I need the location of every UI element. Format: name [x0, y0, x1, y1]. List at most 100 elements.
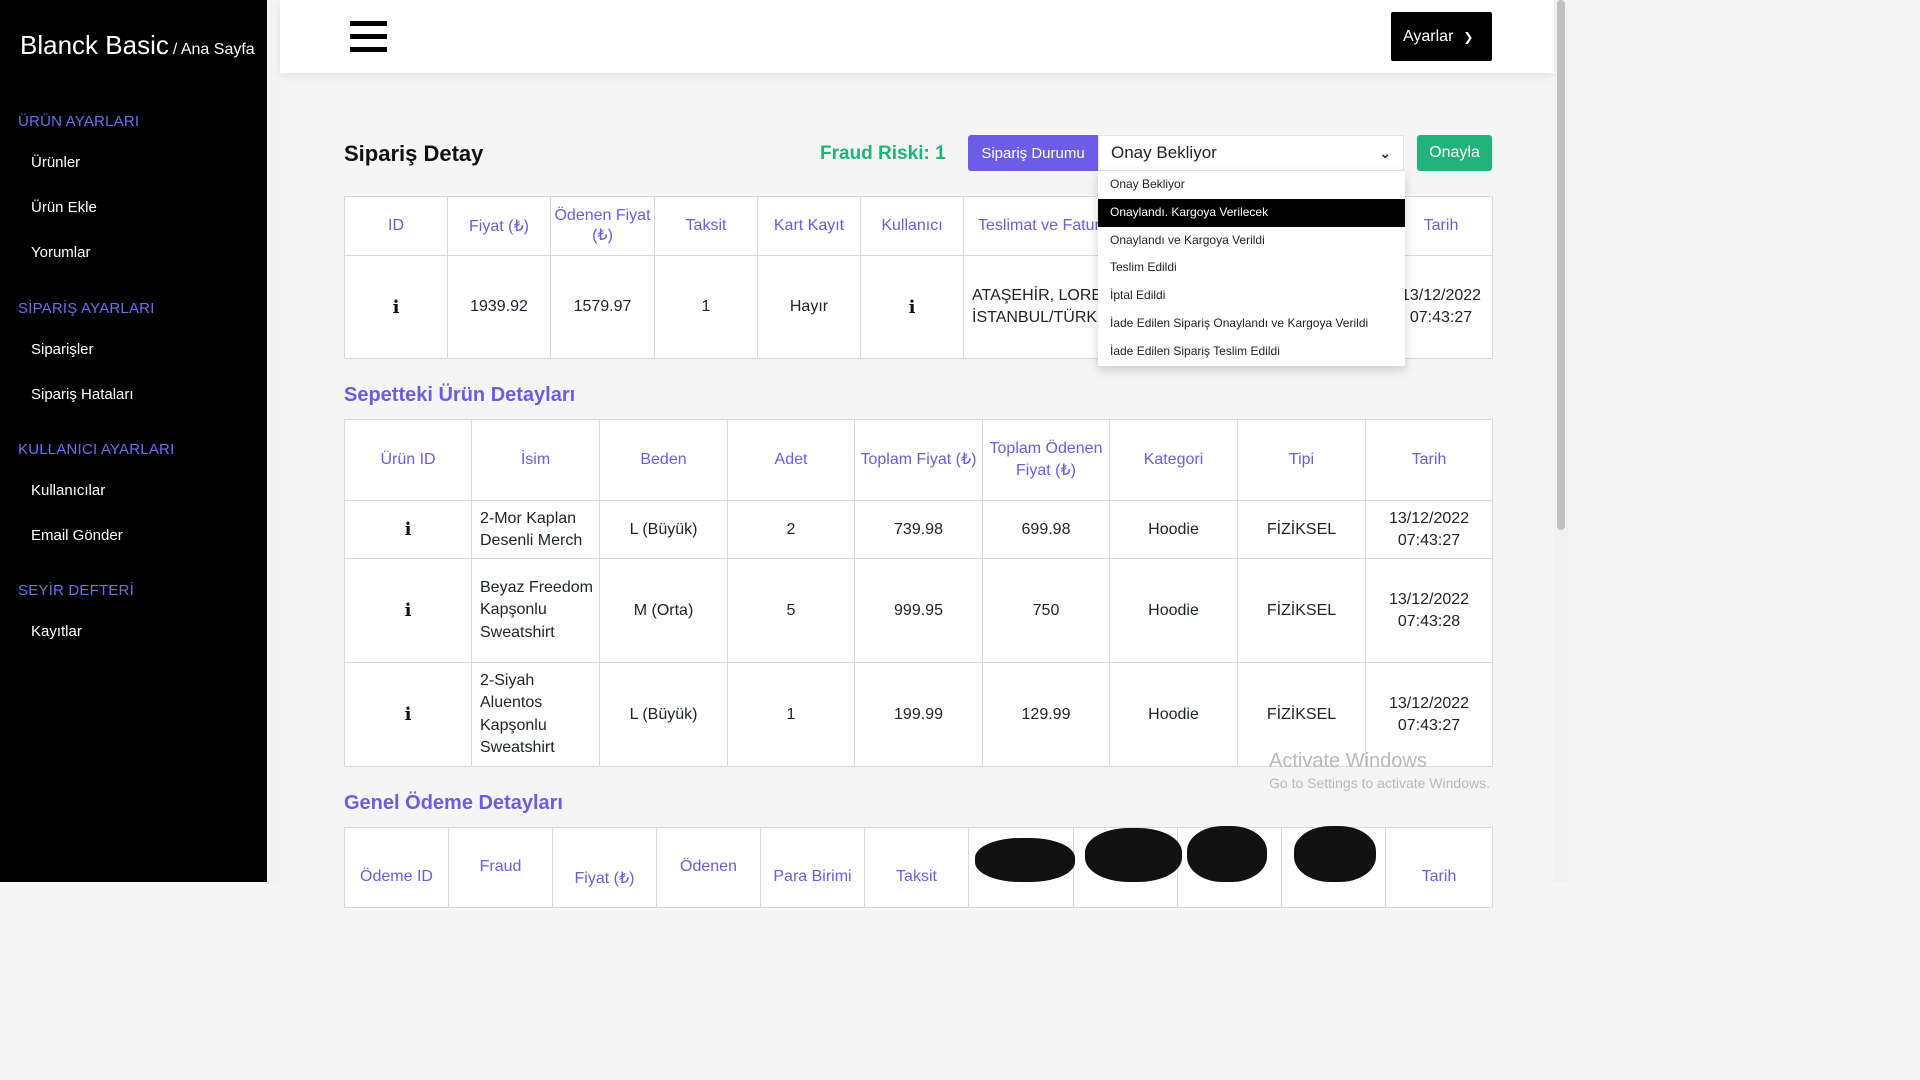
sidebar-item-email-gonder[interactable]: Email Gönder: [31, 527, 123, 544]
total-cell: 199.99: [854, 662, 983, 767]
col-header: Beden: [599, 419, 728, 501]
product-id-cell: i: [344, 558, 472, 663]
sidebar-gap: [267, 0, 280, 882]
status-option[interactable]: Teslim Edildi: [1098, 254, 1405, 282]
qty-cell: 2: [727, 500, 855, 559]
product-name-cell: 2-Siyah Aluentos Kapşonlu Sweatshirt: [471, 662, 600, 767]
size-cell: M (Orta): [599, 558, 728, 663]
watermark-line2: Go to Settings to activate Windows.: [1269, 775, 1490, 791]
col-header: Ödenen: [656, 827, 761, 908]
col-header: İsim: [471, 419, 600, 501]
page-title: Sipariş Detay: [344, 141, 484, 166]
redaction-mark: [1085, 828, 1182, 882]
col-header: Fiyat (₺): [552, 827, 657, 908]
category-cell: Hoodie: [1109, 558, 1238, 663]
qty-cell: 5: [727, 558, 855, 663]
approve-button[interactable]: Onayla: [1417, 135, 1492, 171]
info-icon[interactable]: i: [909, 297, 916, 318]
paid-cell: 699.98: [982, 500, 1110, 559]
col-header: Ödenen Fiyat (₺): [550, 196, 655, 256]
redaction-mark: [1294, 826, 1376, 882]
table-row: i 2-Mor Kaplan Desenli Merch L (Büyük) 2…: [344, 500, 1493, 559]
fraud-risk: Fraud Riski: 1: [820, 143, 946, 164]
topbar: Ayarlar ❯: [280, 0, 1554, 73]
table-row: i Beyaz Freedom Kapşonlu Sweatshirt M (O…: [344, 558, 1493, 663]
total-cell: 999.95: [854, 558, 983, 663]
redaction-mark: [1187, 826, 1267, 882]
col-header: Kategori: [1109, 419, 1238, 501]
paid-cell: 1579.97: [550, 255, 655, 359]
sidebar-section-siparis: SİPARİŞ AYARLARI: [18, 300, 155, 317]
info-icon[interactable]: i: [405, 600, 412, 621]
basket-table: Ürün ID İsim Beden Adet Toplam Fiyat (₺)…: [344, 419, 1493, 767]
col-header: Kart Kayıt: [757, 196, 861, 256]
sidebar-item-urun-ekle[interactable]: Ürün Ekle: [31, 199, 97, 216]
info-icon[interactable]: i: [405, 519, 412, 540]
sidebar-item-siparis-hatalari[interactable]: Sipariş Hataları: [31, 386, 134, 403]
watermark-line1: Activate Windows: [1269, 750, 1427, 772]
status-option[interactable]: Onay Bekliyor: [1098, 171, 1405, 199]
chevron-down-icon: ⌄: [1379, 145, 1391, 161]
sidebar-item-kullanicilar[interactable]: Kullanıcılar: [31, 482, 105, 499]
type-cell: FİZİKSEL: [1237, 558, 1366, 663]
paid-cell: 750: [982, 558, 1110, 663]
size-cell: L (Büyük): [599, 662, 728, 767]
status-option[interactable]: İade Edilen Sipariş Onaylandı ve Kargoya…: [1098, 310, 1405, 338]
sidebar-item-yorumlar[interactable]: Yorumlar: [31, 244, 90, 261]
col-header: Tarih: [1365, 419, 1493, 501]
paid-cell: 129.99: [982, 662, 1110, 767]
total-cell: 739.98: [854, 500, 983, 559]
size-cell: L (Büyük): [599, 500, 728, 559]
col-header: Toplam Ödenen Fiyat (₺): [982, 419, 1110, 501]
sidebar: Blanck Basic / Ana Sayfa ÜRÜN AYARLARI Ür…: [0, 0, 267, 882]
payment-title: Genel Ödeme Detayları: [344, 792, 563, 814]
status-option[interactable]: İptal Edildi: [1098, 282, 1405, 310]
info-icon[interactable]: i: [393, 297, 400, 318]
product-name-cell: Beyaz Freedom Kapşonlu Sweatshirt: [471, 558, 600, 663]
date-cell: 13/12/2022 07:43:28: [1365, 558, 1493, 663]
col-header: Fraud: [448, 827, 553, 908]
sidebar-item-kayitlar[interactable]: Kayıtlar: [31, 623, 82, 640]
order-status-select[interactable]: Onay Bekliyor ⌄: [1098, 135, 1404, 171]
category-cell: Hoodie: [1109, 500, 1238, 559]
brand[interactable]: Blanck Basic / Ana Sayfa: [20, 30, 255, 61]
order-status-label[interactable]: Sipariş Durumu: [968, 135, 1098, 171]
col-header: Ürün ID: [344, 419, 472, 501]
chevron-down-icon: ❯: [1463, 29, 1474, 44]
sidebar-section-kullanici: KULLANICI AYARLARI: [18, 441, 175, 458]
type-cell: FİZİKSEL: [1237, 500, 1366, 559]
info-icon[interactable]: i: [405, 704, 412, 725]
card-saved-cell: Hayır: [757, 255, 861, 359]
qty-cell: 1: [727, 662, 855, 767]
breadcrumb: / Ana Sayfa: [172, 41, 255, 58]
col-header: Taksit: [654, 196, 758, 256]
basket-title: Sepetteki Ürün Detayları: [344, 384, 576, 406]
date-cell: 13/12/2022 07:43:27: [1365, 500, 1493, 559]
scroll-thumb[interactable]: [1557, 0, 1565, 530]
windows-watermark: Activate Windows Go to Settings to activ…: [1269, 750, 1490, 791]
sidebar-section-seyir: SEYİR DEFTERİ: [18, 582, 134, 599]
col-header: ID: [344, 196, 448, 256]
sidebar-item-urunler[interactable]: Ürünler: [31, 154, 80, 171]
col-header: Para Birimi: [760, 827, 865, 908]
menu-icon[interactable]: [350, 21, 387, 52]
col-header: Tipi: [1237, 419, 1366, 501]
redaction-mark: [975, 838, 1075, 882]
settings-dropdown-button[interactable]: Ayarlar ❯: [1391, 12, 1492, 61]
product-id-cell: i: [344, 500, 472, 559]
col-header: Tarih: [1385, 827, 1493, 908]
col-header: Fiyat (₺): [447, 196, 551, 256]
status-option-highlighted[interactable]: Onaylandı. Kargoya Verilecek: [1098, 198, 1405, 227]
order-status-selected: Onay Bekliyor: [1111, 143, 1217, 162]
col-header: Kullanıcı: [860, 196, 964, 256]
installment-cell: 1: [654, 255, 758, 359]
col-header: Toplam Fiyat (₺): [854, 419, 983, 501]
order-id-cell: i: [344, 255, 448, 359]
user-cell: i: [860, 255, 964, 359]
status-option[interactable]: Onaylandı ve Kargoya Verildi: [1098, 227, 1405, 255]
status-option[interactable]: İade Edilen Sipariş Teslim Edildi: [1098, 338, 1405, 366]
sidebar-item-siparisler[interactable]: Siparişler: [31, 341, 94, 358]
scrollbar[interactable]: [1554, 0, 1568, 882]
settings-label: Ayarlar: [1403, 27, 1454, 45]
product-name-cell: 2-Mor Kaplan Desenli Merch: [471, 500, 600, 559]
